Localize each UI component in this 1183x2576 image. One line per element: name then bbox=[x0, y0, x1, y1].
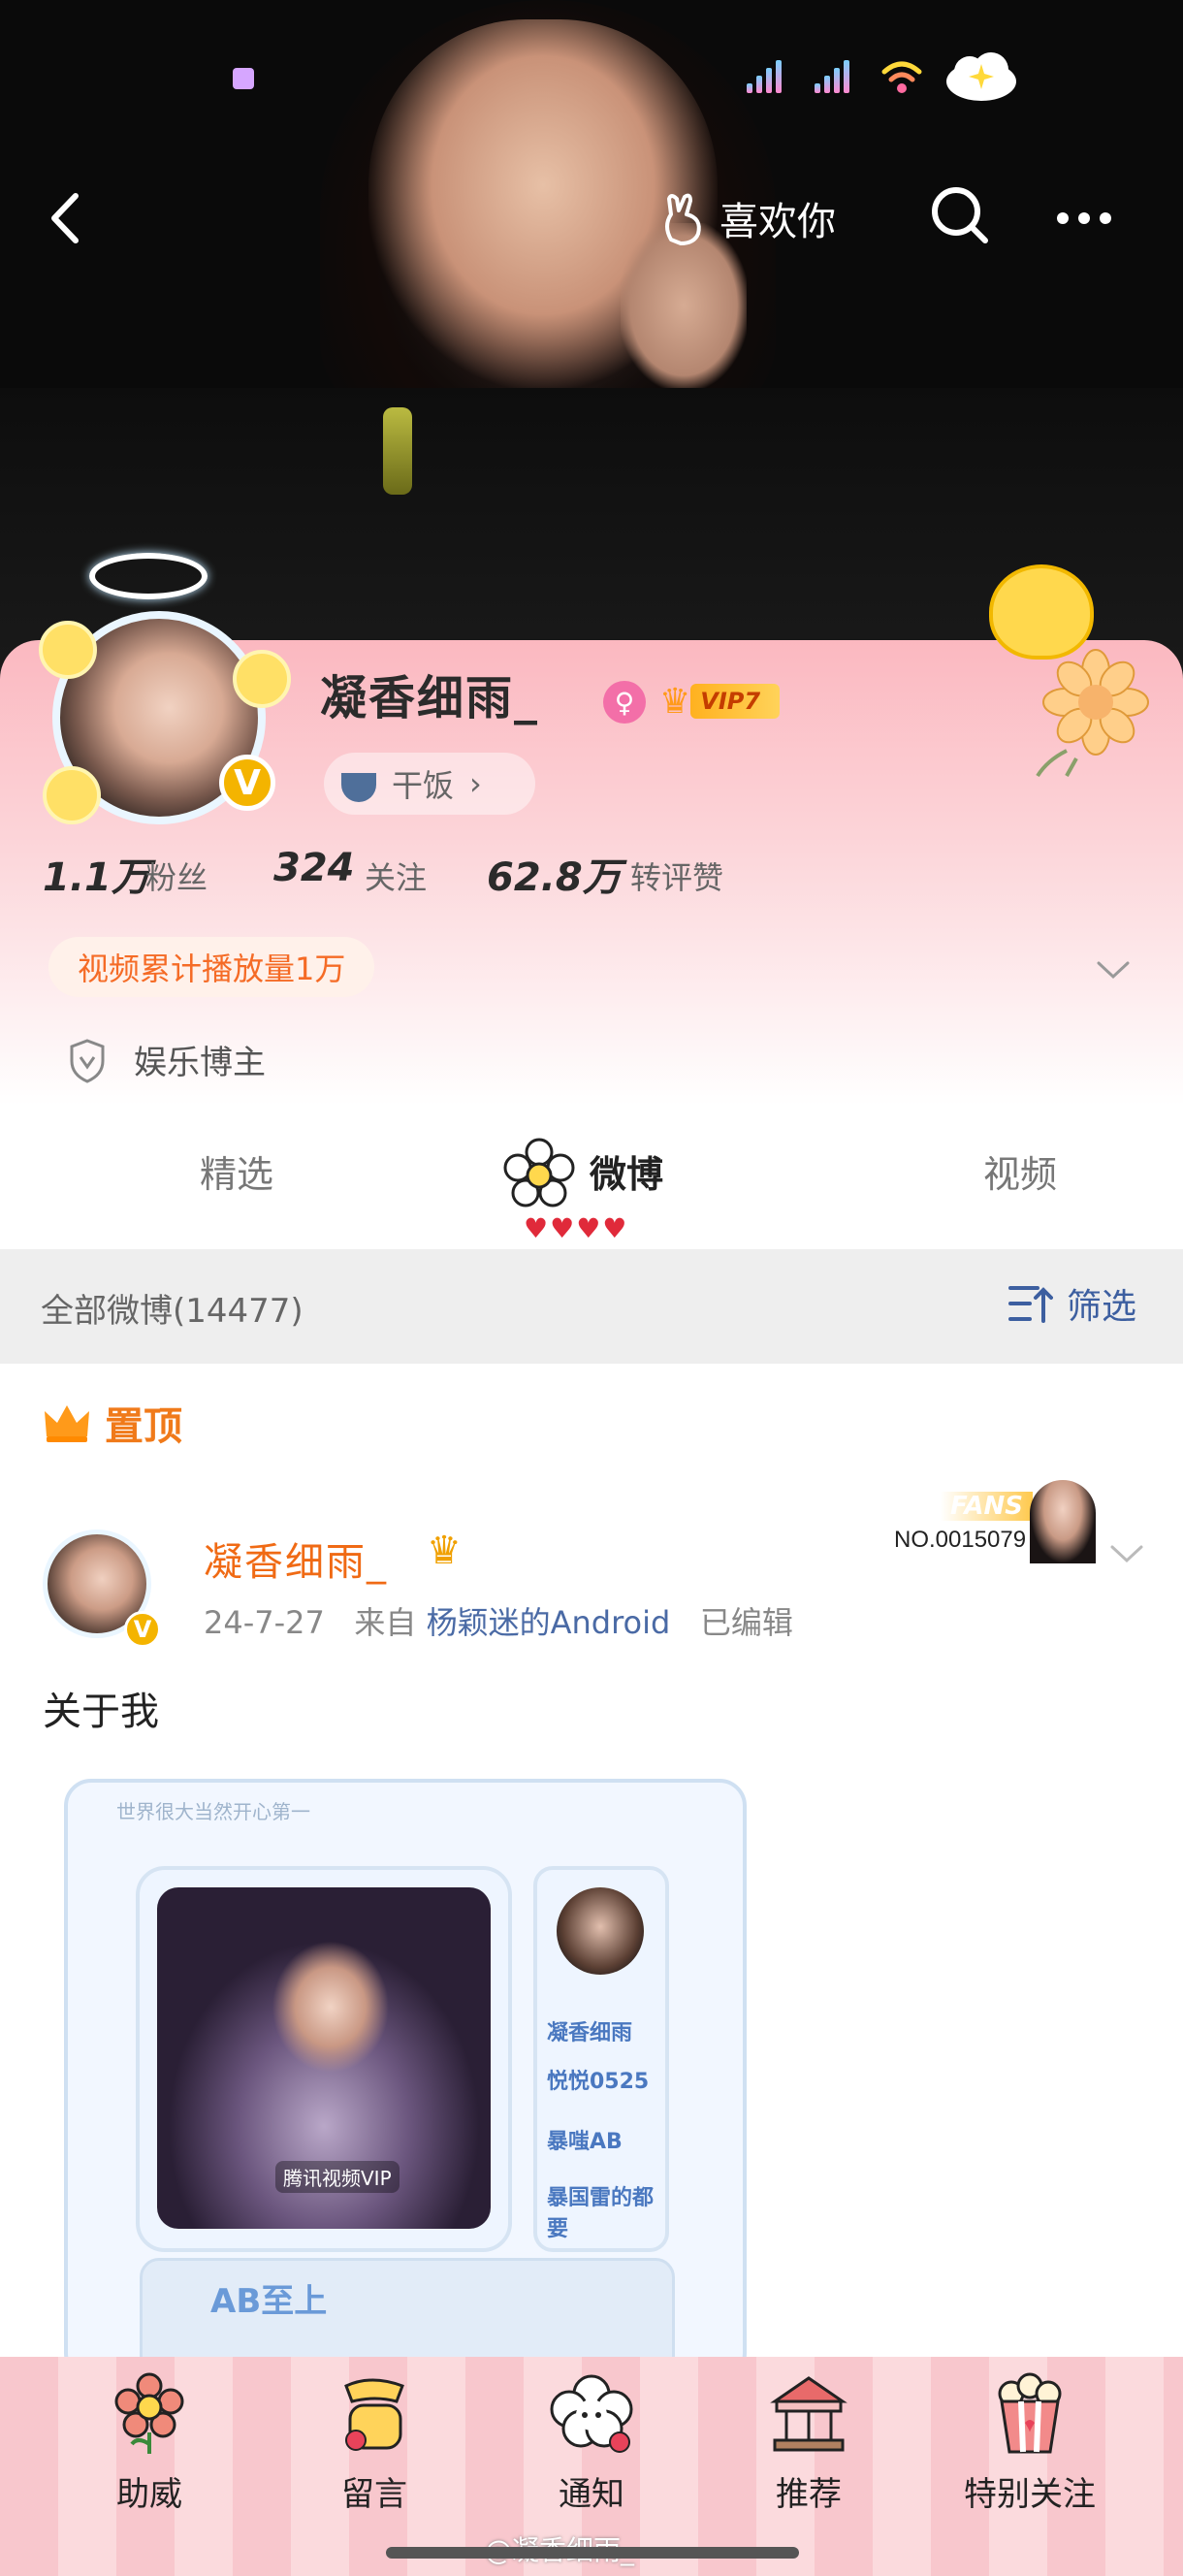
account-category: 娱乐博主 bbox=[134, 1044, 266, 1082]
notify-label: 通知 bbox=[559, 2475, 624, 2514]
post-edited: 已编辑 bbox=[699, 1604, 793, 1641]
following-count[interactable]: 324 bbox=[273, 846, 355, 890]
app-notification-icon bbox=[233, 68, 254, 89]
image-header: 世界很大当然开心第一 bbox=[68, 1783, 743, 1837]
image-side-panel: 凝香细雨 悦悦0525 暴嗤AB 暴国雷的都要 bbox=[533, 1866, 669, 2252]
profile-username: 凝香细雨_ bbox=[320, 671, 540, 725]
image-mini-avatar bbox=[557, 1887, 644, 1975]
home-indicator[interactable] bbox=[386, 2547, 799, 2559]
image-card-title: AB至上 bbox=[210, 2282, 328, 2321]
vip-badge[interactable]: ♛ VIP7 bbox=[659, 679, 781, 724]
image-side-line: 暴嗤AB bbox=[547, 2130, 623, 2154]
crown-icon bbox=[45, 1405, 89, 1442]
shield-icon bbox=[70, 1039, 105, 1083]
rabbit-hand-icon bbox=[665, 193, 701, 245]
post-author-avatar[interactable]: V bbox=[35, 1518, 161, 1648]
tab-featured[interactable]: 精选 bbox=[200, 1144, 273, 1198]
pinned-label: 置顶 bbox=[105, 1404, 182, 1449]
fans-number: NO.0015079 bbox=[894, 1527, 1027, 1553]
all-posts-count[interactable]: 全部微博(14477) bbox=[41, 1284, 304, 1332]
fans-badge-portrait bbox=[1030, 1480, 1096, 1563]
flower-icon bbox=[106, 2370, 193, 2458]
flower-icon bbox=[503, 1138, 575, 1208]
fans-label: FANS bbox=[941, 1492, 1034, 1521]
cheer-label: 助威 bbox=[116, 2475, 182, 2514]
recommend-button[interactable]: 推荐 bbox=[712, 2370, 906, 2545]
status-chip[interactable]: 干饭 › bbox=[324, 753, 535, 815]
filter-label: 筛选 bbox=[1067, 1287, 1137, 1327]
video-plays-badge[interactable]: 视频累计播放量1万 bbox=[48, 937, 375, 997]
cover-light bbox=[383, 407, 412, 495]
post-meta: 24-7-27 来自 杨颖迷的Android 已编辑 bbox=[204, 1598, 793, 1643]
avatar[interactable]: V bbox=[39, 553, 291, 824]
followers-count[interactable]: 1.1万 bbox=[43, 846, 150, 902]
image-side-line: 暴国雷的都要 bbox=[547, 2186, 655, 2241]
crown-icon: ♛ bbox=[427, 1529, 462, 1573]
following-label[interactable]: 关注 bbox=[365, 853, 427, 898]
like-you-button[interactable]: 喜欢你 bbox=[659, 184, 836, 252]
recommend-label: 推荐 bbox=[776, 2475, 842, 2514]
signal-icon bbox=[815, 60, 849, 93]
rice-bowl-icon bbox=[341, 773, 376, 802]
post-image[interactable]: 世界很大当然开心第一 腾讯视频VIP 凝香细雨 悦悦0525 暴嗤AB 暴国雷的… bbox=[64, 1779, 747, 2380]
signal-icon bbox=[747, 60, 782, 93]
video-vip-tag: 腾讯视频VIP bbox=[275, 2161, 400, 2193]
post-text: 关于我 bbox=[43, 1690, 159, 1734]
chevron-right-icon: › bbox=[469, 765, 482, 802]
tab-weibo[interactable]: 微博 bbox=[590, 1144, 663, 1198]
verified-badge: V bbox=[124, 1611, 161, 1648]
chevron-down-icon[interactable] bbox=[1109, 1544, 1144, 1563]
sunflower-sticker-icon bbox=[1036, 649, 1149, 778]
status-label: 干饭 bbox=[392, 767, 455, 804]
active-tab-hearts: ♥♥♥♥ bbox=[524, 1212, 629, 1244]
phone-icon bbox=[331, 2370, 418, 2458]
fans-badge[interactable]: FANS NO.0015079 bbox=[884, 1480, 1098, 1563]
like-you-label: 喜欢你 bbox=[719, 200, 836, 244]
likes-count[interactable]: 62.8万 bbox=[487, 846, 622, 902]
special-follow-button[interactable]: 特别关注 bbox=[933, 2370, 1127, 2545]
wifi-icon bbox=[881, 61, 922, 93]
post-author-name[interactable]: 凝香细雨_ bbox=[204, 1530, 388, 1587]
more-options-icon[interactable] bbox=[1057, 194, 1125, 242]
filter-button[interactable]: 筛选 bbox=[1008, 1278, 1136, 1329]
verified-badge: V bbox=[219, 755, 275, 811]
popcorn-icon bbox=[986, 2370, 1073, 2458]
cloud-icon bbox=[548, 2370, 635, 2458]
halo-icon bbox=[89, 553, 208, 599]
search-icon[interactable] bbox=[927, 182, 995, 250]
tab-video[interactable]: 视频 bbox=[983, 1144, 1057, 1198]
special-follow-label: 特别关注 bbox=[964, 2475, 1096, 2514]
lemon-icon bbox=[233, 650, 291, 708]
likes-label[interactable]: 转评赞 bbox=[630, 853, 723, 898]
female-gender-icon: ♀ bbox=[603, 681, 646, 724]
message-label: 留言 bbox=[341, 2475, 407, 2514]
weather-icon bbox=[946, 52, 1016, 101]
vip-level-label: VIP7 bbox=[690, 684, 781, 719]
image-top-text: 世界很大当然开心第一 bbox=[116, 1799, 310, 1823]
post-from-prefix: 来自 bbox=[354, 1604, 417, 1641]
carousel-icon bbox=[765, 2370, 852, 2458]
crown-icon: ♛ bbox=[659, 681, 691, 722]
filter-icon bbox=[1008, 1286, 1053, 1323]
post-source[interactable]: 杨颖迷的Android bbox=[427, 1604, 671, 1641]
chevron-down-icon[interactable] bbox=[1096, 960, 1131, 980]
image-video-frame: 腾讯视频VIP bbox=[136, 1866, 512, 2252]
lemon-icon bbox=[39, 621, 97, 679]
message-button[interactable]: 留言 bbox=[277, 2370, 471, 2545]
cheer-button[interactable]: 助威 bbox=[52, 2370, 246, 2545]
post-date: 24-7-27 bbox=[204, 1604, 325, 1641]
pinned-header: 置顶 bbox=[43, 1395, 182, 1451]
lemon-icon bbox=[43, 766, 101, 824]
followers-label[interactable]: 粉丝 bbox=[145, 853, 208, 898]
image-side-line: 凝香细雨 bbox=[547, 2021, 633, 2045]
back-icon[interactable] bbox=[39, 184, 97, 252]
image-side-line: 悦悦0525 bbox=[547, 2070, 650, 2094]
notify-button[interactable]: 通知 bbox=[495, 2370, 688, 2545]
